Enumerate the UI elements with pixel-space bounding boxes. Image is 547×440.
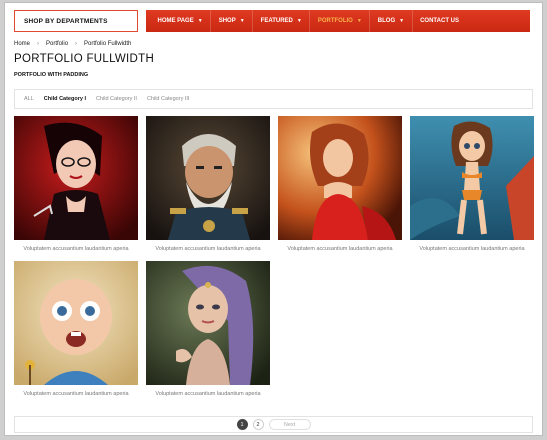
chevron-down-icon: ▼ [197, 17, 203, 24]
nav-label: CONTACT US [420, 18, 459, 24]
portfolio-caption-1[interactable]: Voluptatem accusantium laudantium aperia [14, 246, 138, 252]
pagination: 1 2 Next [14, 416, 533, 433]
portfolio-caption-6[interactable]: Voluptatem accusantium laudantium aperia [146, 391, 270, 397]
page-1-button[interactable]: 1 [236, 419, 248, 430]
nav-label: SHOP [218, 18, 236, 24]
filter-all[interactable]: ALL [24, 96, 34, 102]
nav-shop[interactable]: SHOP ▼ [211, 18, 252, 24]
portfolio-image-6[interactable] [146, 261, 270, 385]
breadcrumb: Home › Portfolio › Portfolio Fullwidth [14, 41, 131, 47]
nav-featured[interactable]: FEATURED ▼ [253, 18, 309, 24]
filter-child-category-3[interactable]: Child Category III [147, 96, 190, 102]
page-title: PORTFOLIO FULLWIDTH [14, 53, 155, 65]
page-2-button[interactable]: 2 [252, 419, 264, 430]
nav-home-page[interactable]: HOME PAGE ▼ [150, 18, 210, 24]
nav-label: HOME PAGE [157, 18, 194, 24]
chevron-down-icon: ▼ [296, 17, 302, 24]
filter-child-category-2[interactable]: Child Category II [96, 96, 137, 102]
chevron-right-icon: › [75, 41, 78, 47]
chevron-down-icon: ▼ [356, 17, 362, 24]
filter-child-category-1[interactable]: Child Category I [44, 96, 86, 102]
nav-contact-us[interactable]: CONTACT US [413, 18, 467, 24]
nav-label: BLOG [377, 18, 396, 24]
next-page-button[interactable]: Next [268, 419, 311, 430]
chevron-down-icon: ▼ [239, 17, 245, 24]
portfolio-caption-3[interactable]: Voluptatem accusantium laudantium aperia [278, 246, 402, 252]
portfolio-image-2[interactable] [146, 116, 270, 240]
portfolio-image-4[interactable] [410, 116, 534, 240]
departments-label: SHOP BY DEPARTMENTS [24, 17, 108, 25]
portfolio-filter-bar: ALL Child Category I Child Category II C… [14, 89, 533, 109]
nav-portfolio[interactable]: PORTFOLIO ▼ [310, 18, 369, 24]
portfolio-image-1[interactable] [14, 116, 138, 240]
nav-label: PORTFOLIO [317, 18, 353, 24]
portfolio-image-5[interactable] [14, 261, 138, 385]
page-subtitle: PORTFOLIO WITH PADDING [14, 72, 89, 78]
main-navigation: HOME PAGE ▼ SHOP ▼ FEATURED ▼ PORTFOLIO … [146, 10, 530, 32]
portfolio-caption-2[interactable]: Voluptatem accusantium laudantium aperia [146, 246, 270, 252]
breadcrumb-home[interactable]: Home [14, 41, 30, 47]
shop-by-departments-button[interactable]: SHOP BY DEPARTMENTS [14, 10, 138, 32]
portfolio-caption-5[interactable]: Voluptatem accusantium laudantium aperia [14, 391, 138, 397]
portfolio-caption-4[interactable]: Voluptatem accusantium laudantium aperia [410, 246, 534, 252]
nav-label: FEATURED [260, 18, 293, 24]
chevron-down-icon: ▼ [399, 17, 405, 24]
chevron-right-icon: › [37, 41, 40, 47]
breadcrumb-current: Portfolio Fullwidth [84, 41, 132, 47]
nav-blog[interactable]: BLOG ▼ [370, 18, 411, 24]
portfolio-image-3[interactable] [278, 116, 402, 240]
breadcrumb-portfolio[interactable]: Portfolio [46, 41, 68, 47]
